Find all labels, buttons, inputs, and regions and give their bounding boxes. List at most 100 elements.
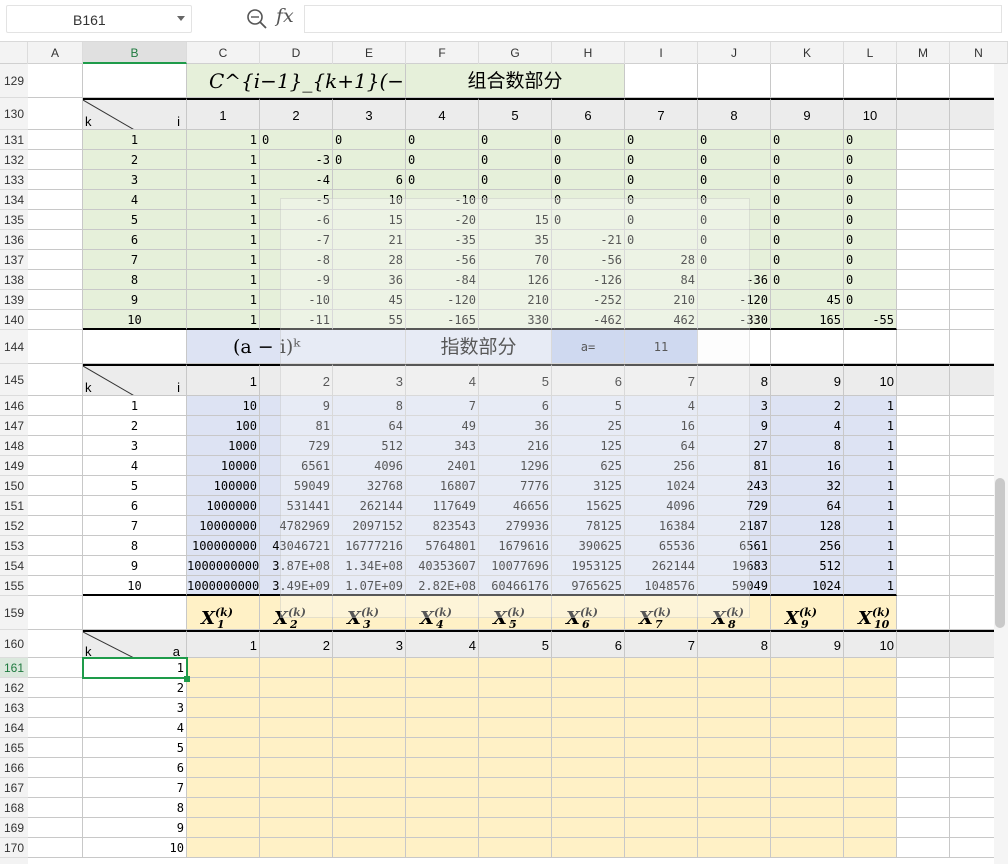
combination-value-cell[interactable]: 1 <box>187 230 260 250</box>
result-cell[interactable] <box>552 758 625 778</box>
power-value-cell[interactable]: 10 <box>187 396 260 416</box>
result-cell[interactable] <box>771 778 844 798</box>
result-cell[interactable] <box>187 818 260 838</box>
result-cell[interactable] <box>260 658 333 678</box>
power-value-cell[interactable]: 100000000 <box>187 536 260 556</box>
x-header-cell[interactable]: X(k)1 <box>187 596 260 630</box>
column-index-cell[interactable]: 2 <box>260 98 333 130</box>
combination-value-cell[interactable]: 0 <box>844 170 897 190</box>
empty-cell[interactable] <box>897 798 950 818</box>
column-a-cell[interactable] <box>28 150 83 170</box>
result-cell[interactable] <box>406 838 479 858</box>
column-index-cell[interactable]: 9 <box>771 364 844 396</box>
power-value-cell[interactable]: 100000 <box>187 476 260 496</box>
result-cell[interactable] <box>333 738 406 758</box>
empty-cell[interactable] <box>844 330 897 364</box>
result-cell[interactable] <box>625 758 698 778</box>
column-index-cell[interactable]: 7 <box>625 98 698 130</box>
column-index-cell[interactable]: 1 <box>187 630 260 658</box>
combination-value-cell[interactable]: 0 <box>844 270 897 290</box>
combination-value-cell[interactable]: 0 <box>771 270 844 290</box>
empty-cell[interactable] <box>897 310 950 330</box>
a-value-cell[interactable]: 8 <box>83 798 187 818</box>
combination-value-cell[interactable]: 0 <box>771 130 844 150</box>
result-cell[interactable] <box>333 658 406 678</box>
result-cell[interactable] <box>333 758 406 778</box>
combination-value-cell[interactable]: 6 <box>333 170 406 190</box>
power-value-cell[interactable]: 1 <box>844 416 897 436</box>
empty-cell[interactable] <box>897 838 950 858</box>
combination-value-cell[interactable]: 0 <box>625 170 698 190</box>
combination-value-cell[interactable]: 0 <box>844 130 897 150</box>
combination-value-cell[interactable]: 165 <box>771 310 844 330</box>
result-cell[interactable] <box>479 798 552 818</box>
result-cell[interactable] <box>625 798 698 818</box>
column-a-cell[interactable] <box>28 250 83 270</box>
result-cell[interactable] <box>771 758 844 778</box>
result-cell[interactable] <box>187 678 260 698</box>
result-cell[interactable] <box>187 758 260 778</box>
result-cell[interactable] <box>844 758 897 778</box>
column-index-cell[interactable]: 4 <box>406 98 479 130</box>
result-cell[interactable] <box>260 698 333 718</box>
result-cell[interactable] <box>187 698 260 718</box>
empty-cell[interactable] <box>897 698 950 718</box>
result-cell[interactable] <box>771 798 844 818</box>
k-value-cell[interactable]: 2 <box>83 416 187 436</box>
result-cell[interactable] <box>625 658 698 678</box>
k-value-cell[interactable]: 10 <box>83 576 187 596</box>
result-cell[interactable] <box>479 718 552 738</box>
result-cell[interactable] <box>552 658 625 678</box>
combination-value-cell[interactable]: 0 <box>771 250 844 270</box>
power-value-cell[interactable]: 1 <box>844 536 897 556</box>
combination-value-cell[interactable]: 1 <box>187 250 260 270</box>
column-a-cell[interactable] <box>28 576 83 596</box>
empty-cell[interactable] <box>625 64 698 98</box>
result-cell[interactable] <box>698 718 771 738</box>
result-cell[interactable] <box>406 758 479 778</box>
empty-cell[interactable] <box>897 396 950 416</box>
power-value-cell[interactable]: 8 <box>771 436 844 456</box>
empty-cell[interactable] <box>897 150 950 170</box>
a-value-cell[interactable]: 10 <box>83 838 187 858</box>
k-value-cell[interactable]: 1 <box>83 130 187 150</box>
result-cell[interactable] <box>625 698 698 718</box>
column-a-cell[interactable] <box>28 698 83 718</box>
column-index-cell[interactable]: 1 <box>187 98 260 130</box>
combination-value-cell[interactable]: 0 <box>771 190 844 210</box>
k-value-cell[interactable]: 4 <box>83 456 187 476</box>
combination-value-cell[interactable]: 0 <box>844 190 897 210</box>
column-a-cell[interactable] <box>28 190 83 210</box>
k-value-cell[interactable]: 8 <box>83 270 187 290</box>
result-cell[interactable] <box>479 818 552 838</box>
result-cell[interactable] <box>333 798 406 818</box>
result-cell[interactable] <box>333 718 406 738</box>
power-value-cell[interactable]: 1 <box>844 476 897 496</box>
column-a-cell[interactable] <box>28 718 83 738</box>
column-index-cell[interactable]: 3 <box>333 98 406 130</box>
power-value-cell[interactable]: 2 <box>771 396 844 416</box>
banner-empty-b[interactable] <box>83 330 187 364</box>
combination-value-cell[interactable]: 1 <box>187 170 260 190</box>
combination-value-cell[interactable]: 0 <box>479 150 552 170</box>
empty-cell[interactable] <box>897 290 950 310</box>
column-index-cell[interactable]: 6 <box>552 98 625 130</box>
combination-value-cell[interactable]: 0 <box>333 150 406 170</box>
column-index-cell[interactable]: 4 <box>406 630 479 658</box>
empty-cell[interactable] <box>897 738 950 758</box>
result-cell[interactable] <box>406 698 479 718</box>
result-cell[interactable] <box>479 758 552 778</box>
a-value-cell[interactable]: 9 <box>83 818 187 838</box>
combination-value-cell[interactable]: 0 <box>625 130 698 150</box>
column-a-cell[interactable] <box>28 476 83 496</box>
column-a-cell[interactable] <box>28 130 83 150</box>
combination-value-cell[interactable]: 0 <box>844 290 897 310</box>
result-cell[interactable] <box>552 798 625 818</box>
combination-value-cell[interactable]: 0 <box>406 150 479 170</box>
x-header-cell[interactable]: X(k)10 <box>844 596 897 630</box>
power-value-cell[interactable]: 1 <box>844 456 897 476</box>
empty-cell[interactable] <box>844 64 897 98</box>
column-a-cell[interactable] <box>28 658 83 678</box>
column-index-cell[interactable]: 6 <box>552 630 625 658</box>
column-index-cell[interactable]: 7 <box>625 630 698 658</box>
